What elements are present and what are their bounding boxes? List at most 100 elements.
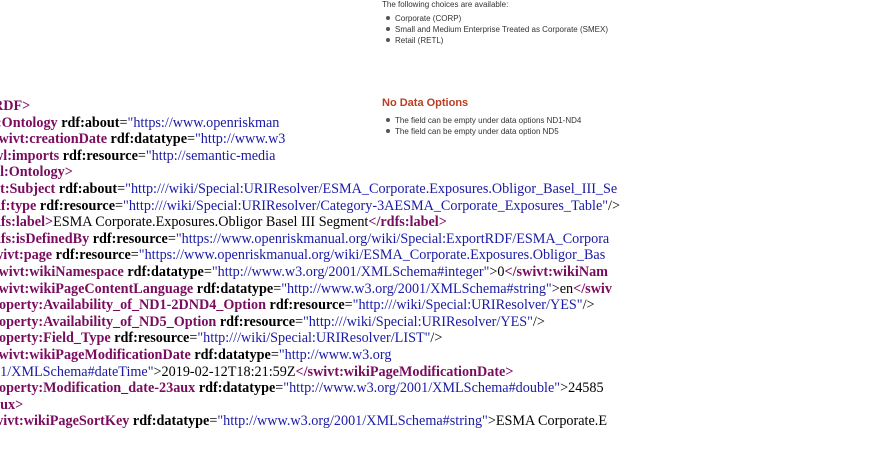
rdf-line: vt:Subject rdf:about="http:///wiki/Speci…	[0, 181, 620, 198]
xml-tag: df:type	[0, 197, 37, 214]
xml-attribute: rdf:datatype	[198, 380, 276, 397]
xml-tag: roperty:Modification_date-23aux	[0, 380, 196, 397]
xml-tag: wivt:wikiPageSortKey	[0, 413, 130, 430]
rdf-line: roperty:Modification_date-23aux rdf:data…	[0, 380, 620, 397]
xml-tag: wl:imports	[0, 147, 60, 164]
xml-text: />	[582, 297, 595, 314]
xml-text: =	[117, 180, 126, 197]
xml-tag: dfs:label>	[0, 214, 54, 231]
choices-intro: The following choices are available:	[382, 0, 509, 9]
choice-item: Retail (RETL)	[385, 35, 608, 46]
xml-text: =	[119, 114, 128, 131]
xml-text: =	[137, 147, 146, 164]
rdf-line: wl:imports rdf:resource="http://semantic…	[0, 148, 620, 165]
rdf-line: roperty:Availability_of_ND1-2DND4_Option…	[0, 297, 620, 314]
xml-attribute-value: "http://www.w3	[195, 131, 286, 148]
xml-attribute-value: "https://www.openriskmanual.org/wiki/Spe…	[175, 230, 610, 247]
xml-text: ESMA Corporate.Exposures.Obligor Basel I…	[53, 214, 369, 231]
xml-attribute: rdf:resource	[39, 197, 116, 214]
xml-text: />	[430, 330, 443, 347]
xml-attribute-value: "http:///wiki/Special:URIResolver/YES"	[303, 313, 533, 330]
xml-text: >en	[551, 280, 574, 297]
rdf-line: swivt:wikiPageContentLanguage rdf:dataty…	[0, 281, 620, 298]
xml-attribute-value: "http://www.w3.org	[278, 346, 392, 363]
xml-attribute: rdf:resource	[62, 147, 138, 164]
rdf-line: wivt:page rdf:resource="https://www.open…	[0, 247, 620, 264]
xml-text: />	[608, 197, 620, 214]
xml-attribute-value: "https://www.openriskmanual.org/wiki/ESM…	[138, 247, 606, 264]
xml-text: =	[130, 247, 139, 264]
xml-attribute: rdf:resource	[114, 330, 190, 347]
xml-attribute-value: "http://www.w3.org/2001/XMLSchema#intege…	[211, 263, 490, 280]
rdf-line: l:Ontology rdf:about="https://www.openri…	[0, 115, 620, 132]
choice-item: Small and Medium Enterprise Treated as C…	[385, 24, 608, 35]
xml-attribute-value: "http:///wiki/Special:URIResolver/LIST"	[197, 330, 431, 347]
xml-attribute: rdf:datatype	[127, 263, 204, 280]
rdf-line: dfs:label>ESMA Corporate.Exposures.Oblig…	[0, 214, 620, 231]
xml-attribute-value: "https://www.openriskman	[127, 114, 280, 131]
xml-text: =	[115, 197, 124, 214]
xml-attribute-value: "http:///wiki/Special:URIResolver/Catego…	[123, 197, 609, 214]
xml-attribute-value: "http:///wiki/Special:URIResolver/ESMA_C…	[125, 180, 618, 197]
xml-tag: swivt:creationDate	[0, 131, 107, 148]
rdf-line: wivt:wikiPageSortKey rdf:datatype="http:…	[0, 413, 620, 430]
xml-text: />	[532, 313, 545, 330]
xml-attribute-value: "http:///wiki/Special:URIResolver/YES"	[352, 297, 583, 314]
xml-attribute-value: "http://www.w3.org/2001/XMLSchema#string…	[217, 413, 488, 430]
xml-tag: roperty:Field_Type	[0, 330, 111, 347]
xml-attribute: rdf:datatype	[132, 413, 210, 430]
xml-text: =	[270, 346, 279, 363]
choice-item: Corporate (CORP)	[385, 13, 608, 24]
xml-attribute: rdf:resource	[55, 247, 131, 264]
choices-list: Corporate (CORP) Small and Medium Enterp…	[385, 13, 608, 46]
rdf-line: RDF>	[0, 98, 620, 115]
xml-text: =	[167, 230, 176, 247]
xml-tag: l:Ontology	[0, 114, 58, 131]
xml-tag: swivt:wikiPageModificationDate	[0, 346, 191, 363]
rdf-line: swivt:creationDate rdf:datatype="http://…	[0, 131, 620, 148]
xml-attribute: rdf:resource	[219, 313, 295, 330]
xml-attribute-value: "http://www.w3.org/2001/XMLSchema#string…	[281, 280, 552, 297]
xml-tag: </swivt:wikiPageModificationDate>	[295, 363, 514, 380]
xml-text: >ESMA Corporate.E	[487, 413, 607, 430]
xml-attribute: rdf:about	[58, 180, 118, 197]
xml-tag: aux>	[0, 396, 24, 413]
xml-tag: roperty:Availability_of_ND1-2DND4_Option	[0, 297, 266, 314]
xml-text: =	[187, 131, 196, 148]
xml-tag: vt:Subject	[0, 180, 56, 197]
xml-text: =	[295, 313, 304, 330]
xml-tag: </rdfs:label>	[368, 214, 447, 231]
xml-text: =	[203, 263, 212, 280]
xml-text: >0	[489, 263, 505, 280]
rdf-line: roperty:Availability_of_ND5_Option rdf:r…	[0, 314, 620, 331]
rdf-xml-export: RDF>l:Ontology rdf:about="https://www.op…	[0, 98, 620, 430]
xml-tag: roperty:Availability_of_ND5_Option	[0, 313, 217, 330]
xml-tag: swivt:wikiNamespace	[0, 263, 124, 280]
rdf-line: df:type rdf:resource="http:///wiki/Speci…	[0, 198, 620, 215]
xml-tag: wivt:page	[0, 247, 53, 264]
xml-tag: dfs:isDefinedBy	[0, 230, 90, 247]
rdf-line: vl:Ontology>	[0, 164, 620, 181]
xml-text: >2019-02-12T18:21:59Z	[153, 363, 296, 380]
rdf-line: aux>	[0, 397, 620, 414]
rdf-line: 01/XMLSchema#dateTime">2019-02-12T18:21:…	[0, 364, 620, 381]
xml-attribute-value: "http://semantic-media	[145, 147, 276, 164]
xml-attribute: rdf:resource	[269, 297, 345, 314]
xml-attribute-value: 01/XMLSchema#dateTime"	[0, 363, 154, 380]
xml-tag: vl:Ontology>	[0, 164, 73, 181]
rdf-line: swivt:wikiNamespace rdf:datatype="http:/…	[0, 264, 620, 281]
rdf-line: roperty:Field_Type rdf:resource="http://…	[0, 330, 620, 347]
rdf-line: dfs:isDefinedBy rdf:resource="https://ww…	[0, 231, 620, 248]
xml-tag: </swivt:wikiNam	[504, 263, 608, 280]
xml-tag: RDF>	[0, 98, 31, 114]
rdf-line: swivt:wikiPageModificationDate rdf:datat…	[0, 347, 620, 364]
xml-text: =	[344, 297, 353, 314]
xml-attribute: rdf:resource	[92, 230, 168, 247]
xml-tag: swivt:wikiPageContentLanguage	[0, 280, 194, 297]
xml-attribute-value: "http://www.w3.org/2001/XMLSchema#double…	[283, 380, 561, 397]
xml-tag: </swiv	[573, 280, 612, 297]
xml-attribute: rdf:datatype	[110, 131, 187, 148]
xml-attribute: rdf:about	[61, 114, 120, 131]
xml-attribute: rdf:datatype	[196, 280, 274, 297]
xml-attribute: rdf:datatype	[194, 346, 271, 363]
